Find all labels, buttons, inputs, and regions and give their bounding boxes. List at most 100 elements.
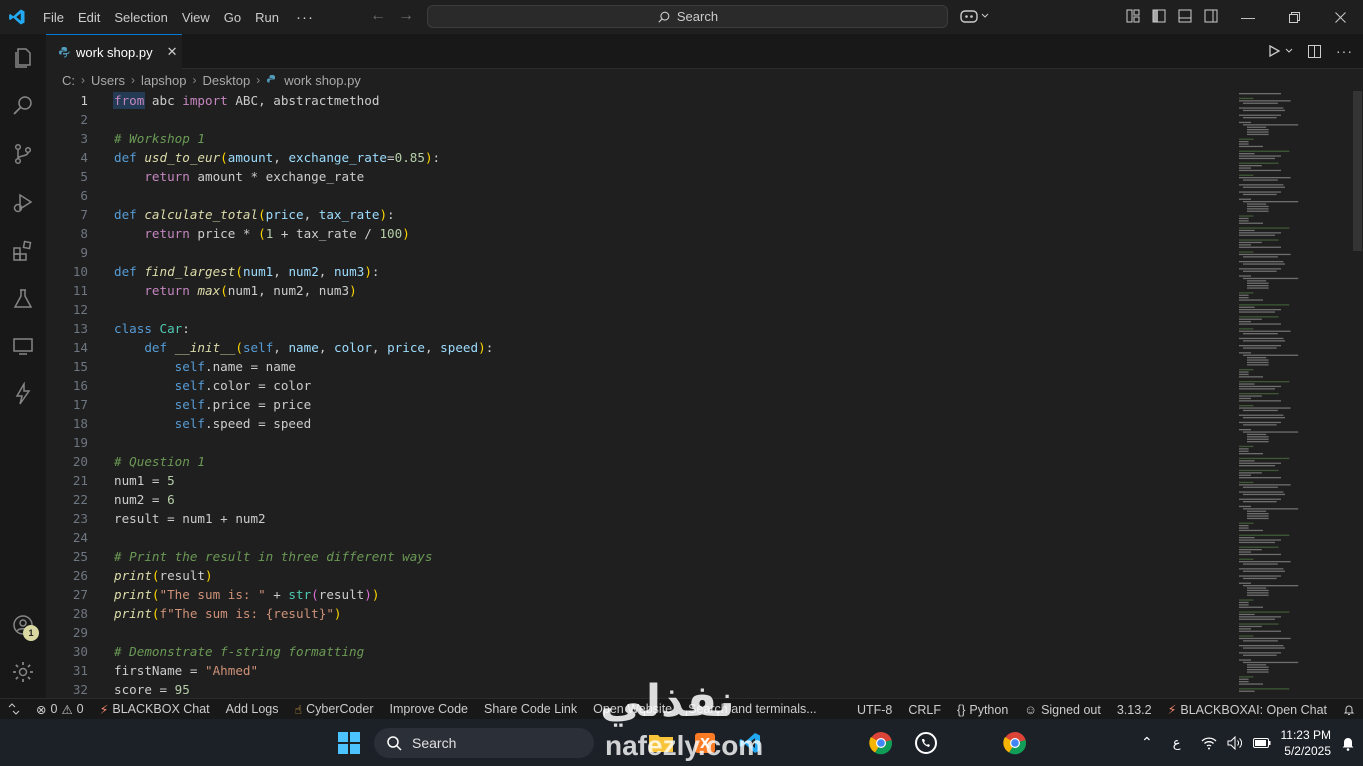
menu-go[interactable]: Go [217, 6, 248, 29]
breadcrumb-lapshop[interactable]: lapshop [141, 73, 187, 88]
code-line[interactable]: 4 def usd_to_eur(amount, exchange_rate=0.… [46, 148, 1237, 167]
volume-icon[interactable] [1227, 735, 1243, 750]
menu-view[interactable]: View [175, 6, 217, 29]
battery-icon[interactable] [1252, 737, 1271, 748]
remote-explorer-icon[interactable] [9, 332, 37, 360]
remote-indicator[interactable] [0, 703, 28, 715]
status-encoding[interactable]: UTF-8 [849, 703, 900, 717]
status-share-code-link[interactable]: Share Code Link [476, 702, 585, 716]
code-text: # Print the result in three different wa… [114, 549, 433, 564]
code-line[interactable]: 1 from abc import ABC, abstractmethod [46, 91, 1237, 110]
problems-indicator[interactable]: ⊗ 0 ⚠ 0 [28, 702, 92, 717]
code-line[interactable]: 22 num2 = 6 [46, 490, 1237, 509]
status-account[interactable]: ☺ Signed out [1016, 703, 1109, 717]
close-window-icon[interactable] [1317, 0, 1363, 34]
code-line[interactable]: 10 def find_largest(num1, num2, num3): [46, 262, 1237, 281]
code-line[interactable]: 3 # Workshop 1 [46, 129, 1237, 148]
breadcrumb-drive[interactable]: C: [62, 73, 75, 88]
breadcrumb-users[interactable]: Users [91, 73, 125, 88]
code-editor[interactable]: 1 from abc import ABC, abstractmethod 2 3 # … [46, 91, 1237, 698]
chrome-profile-icon[interactable] [1002, 730, 1028, 756]
windows-start-icon[interactable] [336, 730, 362, 756]
run-python-icon[interactable] [1267, 44, 1281, 58]
code-line[interactable]: 23 result = num1 + num2 [46, 509, 1237, 528]
minimap[interactable] [1237, 91, 1350, 698]
menu-file[interactable]: File [36, 6, 71, 29]
toggle-secondary-sidebar-icon[interactable] [1203, 8, 1219, 24]
breadcrumb-file[interactable]: work shop.py [284, 73, 361, 88]
code-line[interactable]: 20 # Question 1 [46, 452, 1237, 471]
scrollbar-thumb[interactable] [1353, 91, 1362, 251]
extensions-icon[interactable] [9, 237, 37, 265]
code-line[interactable]: 27 print("The sum is: " + str(result)) [46, 585, 1237, 604]
split-editor-icon[interactable] [1307, 44, 1322, 59]
menu-run[interactable]: Run [248, 6, 286, 29]
source-control-icon[interactable] [9, 140, 37, 168]
run-debug-icon[interactable] [9, 189, 37, 217]
tab-work-shop-py[interactable]: work shop.py ✕ [46, 34, 182, 69]
code-line[interactable]: 14 def __init__(self, name, color, price… [46, 338, 1237, 357]
code-line[interactable]: 30 # Demonstrate f-string formatting [46, 642, 1237, 661]
code-line[interactable]: 17 self.price = price [46, 395, 1237, 414]
menu-selection[interactable]: Selection [107, 6, 174, 29]
code-line[interactable]: 21 num1 = 5 [46, 471, 1237, 490]
chrome-icon[interactable] [868, 730, 894, 756]
code-line[interactable]: 28 print(f"The sum is: {result}") [46, 604, 1237, 623]
restore-icon[interactable] [1271, 0, 1317, 34]
forward-arrow-icon[interactable]: → [398, 7, 414, 25]
wifi-icon[interactable] [1201, 736, 1217, 750]
code-line[interactable]: 13 class Car: [46, 319, 1237, 338]
customize-layout-icon[interactable] [1125, 8, 1141, 24]
clock[interactable]: 11:23 PM 5/2/2025 [1281, 727, 1331, 759]
code-line[interactable]: 18 self.speed = speed [46, 414, 1237, 433]
python-file-icon [59, 47, 70, 58]
code-line[interactable]: 6 [46, 186, 1237, 205]
command-center-search[interactable]: Search [427, 5, 948, 28]
code-line[interactable]: 12 [46, 300, 1237, 319]
status-eol[interactable]: CRLF [900, 703, 949, 717]
input-language[interactable]: ع [1173, 735, 1181, 751]
status-add-logs[interactable]: Add Logs [218, 702, 287, 716]
taskbar-search[interactable]: Search [374, 728, 594, 758]
close-tab-icon[interactable]: ✕ [167, 44, 178, 60]
run-dropdown-chevron-icon[interactable] [1285, 47, 1293, 55]
status-language[interactable]: {} Python [949, 703, 1016, 717]
code-line[interactable]: 29 [46, 623, 1237, 642]
tray-chevron-up-icon[interactable]: ⌃ [1141, 734, 1153, 751]
toggle-primary-sidebar-icon[interactable] [1151, 8, 1167, 24]
code-line[interactable]: 7 def calculate_total(price, tax_rate): [46, 205, 1237, 224]
blackbox-bolt-icon[interactable] [9, 380, 37, 408]
code-line[interactable]: 25 # Print the result in three different … [46, 547, 1237, 566]
code-line[interactable]: 26 print(result) [46, 566, 1237, 585]
code-line[interactable]: 5 return amount * exchange_rate [46, 167, 1237, 186]
status-blackboxai[interactable]: ⚡ BLACKBOXAI: Open Chat [1160, 702, 1335, 718]
code-line[interactable]: 24 [46, 528, 1237, 547]
toggle-panel-icon[interactable] [1177, 8, 1193, 24]
line-number: 24 [72, 530, 88, 545]
breadcrumb-desktop[interactable]: Desktop [203, 73, 251, 88]
status-blackbox-chat[interactable]: ⚡ BLACKBOX Chat [92, 702, 218, 717]
back-arrow-icon[interactable]: ← [370, 7, 386, 25]
explorer-icon[interactable] [9, 44, 37, 72]
menu-edit[interactable]: Edit [71, 6, 107, 29]
code-line[interactable]: 11 return max(num1, num2, num3) [46, 281, 1237, 300]
code-line[interactable]: 2 [46, 110, 1237, 129]
menu-more[interactable]: ··· [286, 9, 324, 26]
status-improve-code[interactable]: Improve Code [382, 702, 477, 716]
testing-flask-icon[interactable] [9, 285, 37, 313]
minimize-icon[interactable]: — [1225, 0, 1271, 34]
code-line[interactable]: 16 self.color = color [46, 376, 1237, 395]
copilot-menu[interactable] [960, 8, 989, 24]
status-cybercoder[interactable]: ☝ CyberCoder [286, 702, 381, 717]
more-actions-icon[interactable]: ··· [1336, 43, 1353, 59]
code-line[interactable]: 15 self.name = name [46, 357, 1237, 376]
whatsapp-icon[interactable] [913, 730, 939, 756]
notifications-bell-icon[interactable] [1335, 704, 1363, 716]
code-line[interactable]: 19 [46, 433, 1237, 452]
notification-bell-icon[interactable] [1341, 735, 1355, 751]
status-python-version[interactable]: 3.13.2 [1109, 703, 1160, 717]
code-line[interactable]: 8 return price * (1 + tax_rate / 100) [46, 224, 1237, 243]
code-line[interactable]: 9 [46, 243, 1237, 262]
search-sidebar-icon[interactable] [9, 91, 37, 119]
manage-gear-icon[interactable] [9, 658, 37, 686]
